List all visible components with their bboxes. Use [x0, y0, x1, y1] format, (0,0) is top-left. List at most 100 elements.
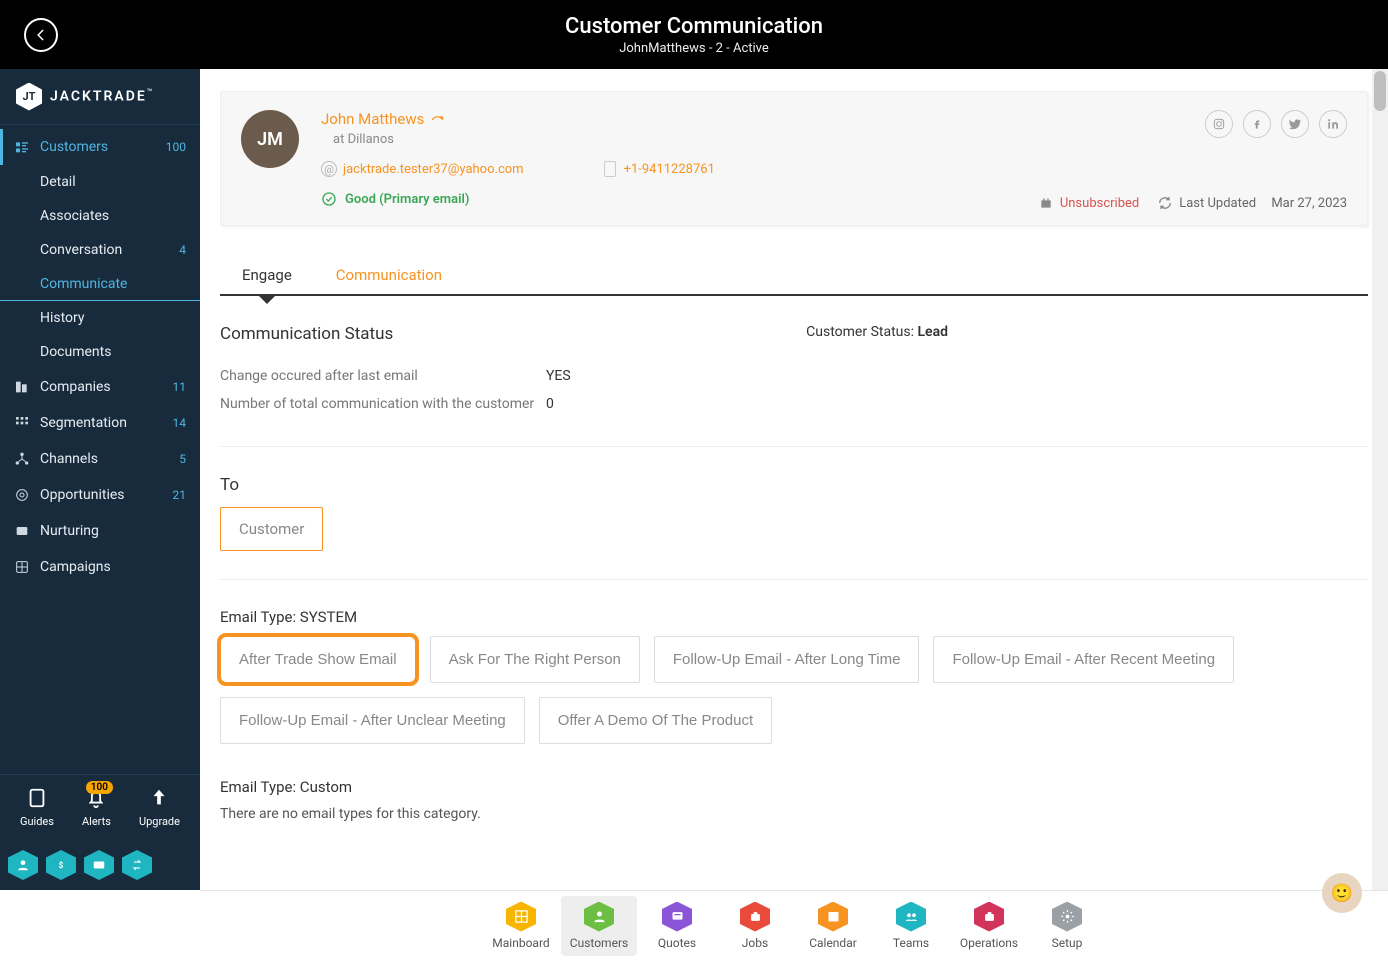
- sidebar-sub-detail[interactable]: Detail: [0, 165, 200, 199]
- alerts-button[interactable]: 100 Alerts: [82, 787, 111, 828]
- phone-icon: [604, 161, 616, 177]
- bottombar-teams[interactable]: Teams: [873, 896, 949, 956]
- customer-email[interactable]: @jacktrade.tester37@yahoo.com: [321, 161, 524, 177]
- bottombar-setup[interactable]: Setup: [1029, 896, 1105, 956]
- buildings-icon: [14, 379, 30, 395]
- email-type-offer-demo[interactable]: Offer A Demo Of The Product: [539, 697, 772, 744]
- sidebar-nav: Customers 100 Detail Associates Conversa…: [0, 125, 200, 774]
- to-section: To Customer: [220, 475, 1368, 551]
- at-icon: @: [321, 161, 337, 177]
- scrollbar[interactable]: [1372, 69, 1388, 890]
- logo-icon: JT: [16, 83, 42, 111]
- setup-icon: [1052, 902, 1082, 932]
- quotes-icon: [662, 902, 692, 932]
- users-icon: [14, 139, 30, 155]
- last-updated: Last Updated Mar 27, 2023: [1157, 195, 1347, 211]
- tab-communication[interactable]: Communication: [334, 266, 444, 294]
- customers-icon: [584, 902, 614, 932]
- sidebar-sub-conversation[interactable]: Conversation4: [0, 233, 200, 267]
- customer-phone[interactable]: +1-9411228761: [604, 161, 715, 177]
- tab-engage[interactable]: Engage: [240, 266, 294, 294]
- instagram-icon[interactable]: [1205, 110, 1233, 138]
- sidebar-chips: $: [0, 840, 200, 890]
- scrollbar-thumb[interactable]: [1374, 71, 1386, 111]
- facebook-icon[interactable]: [1243, 110, 1271, 138]
- email-type-after-trade-show[interactable]: After Trade Show Email: [220, 636, 416, 683]
- opportunities-icon: [14, 487, 30, 503]
- status-row: Number of total communication with the c…: [220, 390, 571, 418]
- avatar: JM: [241, 110, 299, 168]
- bottombar-jobs[interactable]: Jobs: [717, 896, 793, 956]
- sidebar-bottom: Guides 100 Alerts Upgrade: [0, 774, 200, 840]
- customer-status: Customer Status: Lead: [806, 324, 1368, 340]
- email-type-ask-right-person[interactable]: Ask For The Right Person: [430, 636, 640, 683]
- chip-card[interactable]: [84, 850, 114, 880]
- back-button[interactable]: [24, 18, 58, 52]
- mainboard-icon: [506, 902, 536, 932]
- communication-status-section: Communication Status Change occured afte…: [220, 324, 1368, 418]
- unsubscribe-icon: [1038, 195, 1054, 211]
- email-type-system-section: Email Type: SYSTEM After Trade Show Emai…: [220, 608, 1368, 744]
- alerts-badge: 100: [86, 781, 113, 794]
- tablet-icon: [26, 787, 48, 809]
- sidebar-item-campaigns[interactable]: Campaigns: [0, 549, 200, 585]
- bottombar-calendar[interactable]: Calendar: [795, 896, 871, 956]
- bottombar-customers[interactable]: Customers: [561, 896, 637, 956]
- email-type-followup-recent-meeting[interactable]: Follow-Up Email - After Recent Meeting: [933, 636, 1234, 683]
- sidebar-item-opportunities[interactable]: Opportunities21: [0, 477, 200, 513]
- to-chip-customer[interactable]: Customer: [220, 507, 323, 551]
- chip-dollar[interactable]: $: [46, 850, 76, 880]
- page-subtitle: JohnMatthews - 2 - Active: [565, 41, 823, 56]
- custom-empty-text: There are no email types for this catego…: [220, 806, 1368, 822]
- arrow-up-icon: [148, 787, 170, 809]
- sidebar: JT JACKTRADE™ Customers 100 Detail Assoc…: [0, 69, 200, 890]
- sidebar-item-companies[interactable]: Companies11: [0, 369, 200, 405]
- operations-icon: [974, 902, 1004, 932]
- check-circle-icon: [321, 191, 337, 207]
- bottombar: MainboardCustomersQuotesJobsCalendarTeam…: [200, 890, 1388, 960]
- sidebar-item-label: Customers: [40, 139, 108, 155]
- share-icon[interactable]: [430, 112, 445, 127]
- campaigns-icon: [14, 559, 30, 575]
- page-title: Customer Communication: [565, 14, 823, 39]
- linkedin-icon[interactable]: [1319, 110, 1347, 138]
- sidebar-item-customers[interactable]: Customers 100: [0, 129, 200, 165]
- brand-logo[interactable]: JT JACKTRADE™: [0, 69, 200, 125]
- main-content: JM John Matthews at Dillanos @jacktrade.…: [200, 69, 1388, 890]
- calendar-icon: [818, 902, 848, 932]
- email-type-custom-section: Email Type: Custom There are no email ty…: [220, 778, 1368, 822]
- comm-status-heading: Communication Status: [220, 324, 571, 344]
- bottombar-operations[interactable]: Operations: [951, 896, 1027, 956]
- bottombar-mainboard[interactable]: Mainboard: [483, 896, 559, 956]
- twitter-icon[interactable]: [1281, 110, 1309, 138]
- email-quality-status: Good (Primary email): [321, 191, 715, 207]
- sidebar-sub-history[interactable]: History: [0, 301, 200, 335]
- guides-button[interactable]: Guides: [20, 787, 54, 828]
- email-type-followup-long-time[interactable]: Follow-Up Email - After Long Time: [654, 636, 920, 683]
- sidebar-item-segmentation[interactable]: Segmentation14: [0, 405, 200, 441]
- sidebar-sub-associates[interactable]: Associates: [0, 199, 200, 233]
- email-type-custom-label: Email Type: Custom: [220, 778, 1368, 796]
- sidebar-item-channels[interactable]: Channels5: [0, 441, 200, 477]
- chip-transfer[interactable]: [122, 850, 152, 880]
- nurturing-icon: [14, 523, 30, 539]
- bottombar-quotes[interactable]: Quotes: [639, 896, 715, 956]
- sidebar-item-nurturing[interactable]: Nurturing: [0, 513, 200, 549]
- email-type-followup-unclear-meeting[interactable]: Follow-Up Email - After Unclear Meeting: [220, 697, 525, 744]
- customer-name[interactable]: John Matthews: [321, 110, 715, 128]
- user-avatar[interactable]: 🙂: [1322, 873, 1362, 913]
- chevron-left-icon: [34, 28, 48, 42]
- jobs-icon: [740, 902, 770, 932]
- sidebar-sub-communicate[interactable]: Communicate: [0, 267, 200, 301]
- segmentation-icon: [14, 415, 30, 431]
- social-links: [1205, 110, 1347, 138]
- refresh-icon: [1157, 195, 1173, 211]
- subscription-status[interactable]: Unsubscribed: [1038, 195, 1139, 211]
- sidebar-sub-documents[interactable]: Documents: [0, 335, 200, 369]
- chip-user[interactable]: [8, 850, 38, 880]
- email-type-system-label: Email Type: SYSTEM: [220, 608, 1368, 626]
- topbar: Customer Communication JohnMatthews - 2 …: [0, 0, 1388, 69]
- channels-icon: [14, 451, 30, 467]
- upgrade-button[interactable]: Upgrade: [139, 787, 180, 828]
- to-label: To: [220, 475, 1368, 495]
